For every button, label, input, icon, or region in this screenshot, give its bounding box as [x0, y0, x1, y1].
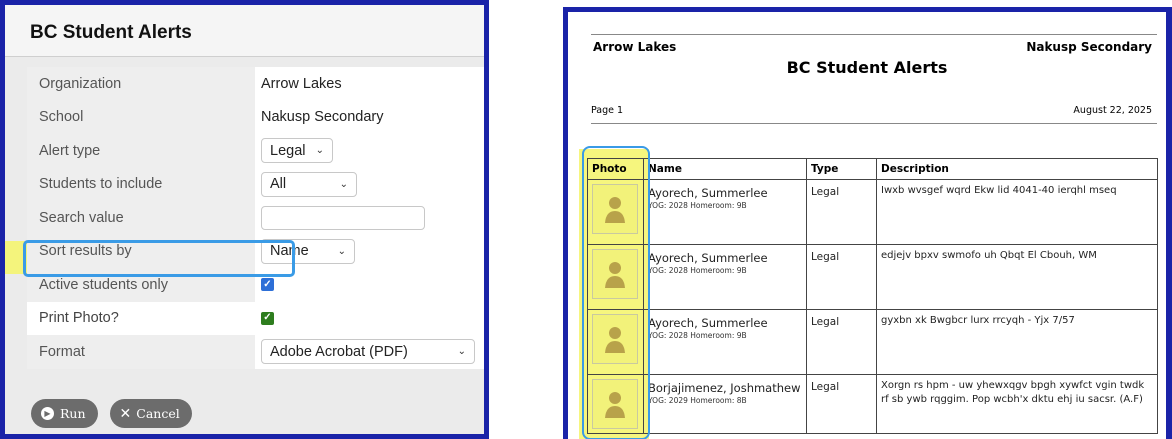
cancel-button[interactable]: ✕ Cancel — [109, 399, 192, 428]
settings-dialog-frame: BC Student Alerts Organization Arrow Lak… — [0, 0, 489, 439]
student-name: Ayorech, Summerlee — [648, 186, 768, 200]
row-students-to-include: Students to include All ⌄ — [27, 167, 484, 201]
student-name: Ayorech, Summerlee — [648, 316, 768, 330]
chevron-down-icon: ⌄ — [457, 346, 466, 358]
run-label: Run — [60, 406, 86, 421]
student-details: YOG: 2029 Homeroom: 8B — [648, 396, 747, 405]
student-details: YOG: 2028 Homeroom: 9B — [648, 201, 747, 210]
table-header-row: Photo Name Type Description — [587, 158, 1158, 180]
alert-type: Legal — [811, 251, 840, 263]
settings-form: Organization Arrow Lakes School Nakusp S… — [27, 67, 484, 369]
active-students-checkbox[interactable]: ✓ — [261, 278, 274, 292]
alert-type-select[interactable]: Legal ⌄ — [261, 138, 333, 164]
table-row: Ayorech, Summerlee YOG: 2028 Homeroom: 9B… — [587, 179, 1158, 245]
column-header: Description — [876, 158, 1158, 180]
row-print-photo: Print Photo? ✓ — [27, 302, 484, 336]
row-search-value: Search value — [27, 201, 484, 235]
alert-description: edjejv bpxv swmofo uh Qbqt El Cbouh, WM — [881, 250, 1097, 261]
print-photo-callout — [23, 240, 295, 277]
field-label: Print Photo? — [39, 310, 119, 327]
report-preview-frame: Arrow Lakes Nakusp Secondary BC Student … — [563, 7, 1172, 439]
column-header: Name — [643, 158, 807, 180]
alert-description: Xorgn rs hpm - uw yhewxqgv bpgh xywfct v… — [881, 380, 1145, 405]
chevron-down-icon: ⌄ — [315, 145, 324, 157]
alerts-table: Photo Name Type Description Ayorech, Sum… — [587, 158, 1158, 434]
row-format: Format Adobe Acrobat (PDF) ⌄ — [27, 335, 484, 369]
student-name: Borjajimenez, Joshmathew — [648, 381, 801, 395]
dialog-title: BC Student Alerts — [30, 22, 192, 43]
organization-value: Arrow Lakes — [261, 75, 342, 92]
table-row: Borjajimenez, Joshmathew YOG: 2029 Homero… — [587, 374, 1158, 434]
photo-column-callout — [582, 146, 650, 439]
report-date: August 22, 2025 — [1073, 105, 1152, 116]
report-organization: Arrow Lakes — [593, 40, 677, 54]
field-label: Format — [27, 335, 255, 369]
header-rule — [591, 34, 1157, 35]
header-rule — [591, 123, 1157, 124]
print-photo-checkbox[interactable]: ✓ — [261, 311, 274, 325]
close-icon: ✕ — [119, 405, 132, 422]
search-value-input[interactable] — [261, 205, 425, 230]
field-label: School — [27, 100, 255, 134]
dialog-buttons: ▶ Run ✕ Cancel — [31, 399, 192, 428]
alert-type: Legal — [811, 186, 840, 198]
field-label: Organization — [27, 67, 255, 101]
select-value: All — [270, 176, 287, 193]
alert-description: Iwxb wvsgef wqrd Ekw lid 4041-40 ierqhl … — [881, 185, 1117, 196]
student-details: YOG: 2028 Homeroom: 9B — [648, 331, 747, 340]
field-label: Students to include — [27, 167, 255, 201]
alert-description: gyxbn xk Bwgbcr lurx rrcyqh - Yjx 7/57 — [881, 315, 1075, 326]
page-number: Page 1 — [591, 105, 624, 116]
table-row: Ayorech, Summerlee YOG: 2028 Homeroom: 9B… — [587, 244, 1158, 310]
report-page: Arrow Lakes Nakusp Secondary BC Student … — [568, 12, 1166, 439]
column-header: Type — [806, 158, 877, 180]
select-value: Legal — [270, 142, 306, 159]
report-title: BC Student Alerts — [786, 58, 948, 77]
chevron-down-icon: ⌄ — [337, 245, 346, 257]
dialog-header: BC Student Alerts — [5, 5, 484, 57]
field-label: Alert type — [27, 134, 255, 168]
alert-type: Legal — [811, 316, 840, 328]
cancel-label: Cancel — [136, 406, 180, 421]
table-row: Ayorech, Summerlee YOG: 2028 Homeroom: 9B… — [587, 309, 1158, 375]
row-school: School Nakusp Secondary — [27, 100, 484, 134]
chevron-down-icon: ⌄ — [339, 178, 348, 190]
run-button[interactable]: ▶ Run — [31, 399, 98, 428]
select-value: Adobe Acrobat (PDF) — [270, 343, 408, 360]
format-select[interactable]: Adobe Acrobat (PDF) ⌄ — [261, 339, 475, 365]
settings-dialog: BC Student Alerts Organization Arrow Lak… — [5, 5, 484, 434]
alert-type: Legal — [811, 381, 840, 393]
report-school: Nakusp Secondary — [1026, 40, 1152, 54]
play-icon: ▶ — [41, 407, 54, 420]
row-alert-type: Alert type Legal ⌄ — [27, 134, 484, 168]
field-label: Search value — [27, 201, 255, 235]
students-to-include-select[interactable]: All ⌄ — [261, 171, 357, 197]
student-details: YOG: 2028 Homeroom: 9B — [648, 266, 747, 275]
school-value: Nakusp Secondary — [261, 109, 384, 126]
row-organization: Organization Arrow Lakes — [27, 67, 484, 101]
student-name: Ayorech, Summerlee — [648, 251, 768, 265]
